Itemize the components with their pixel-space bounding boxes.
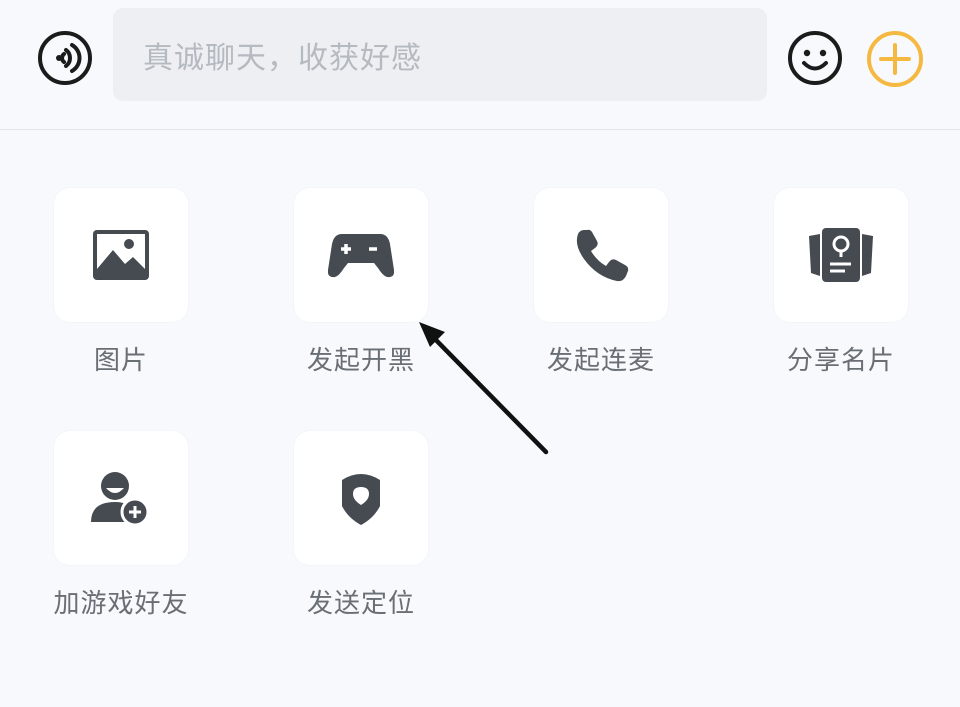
gaming-session-button[interactable] [294,188,428,322]
emoji-button[interactable] [787,30,843,86]
message-input[interactable]: 真诚聊天，收获好感 [113,8,767,101]
message-input-placeholder: 真诚聊天，收获好感 [143,40,422,76]
chat-input-bar: 真诚聊天，收获好感 [0,0,960,129]
more-actions-button[interactable] [866,30,924,88]
gaming-session-label: 发起开黑 [306,346,415,376]
image-icon [93,230,149,280]
location-shield-icon [342,474,380,525]
voice-input-button[interactable] [37,30,93,86]
gamepad-icon [328,234,394,278]
plus-circle-icon [867,31,923,87]
phone-icon [576,229,629,282]
share-card-label: 分享名片 [786,346,895,376]
id-card-icon [809,228,873,282]
send-location-button[interactable] [294,431,428,565]
voice-wave-icon [38,31,92,85]
image-action-label: 图片 [93,346,148,376]
share-card-button[interactable] [774,188,908,322]
add-friend-icon [91,472,150,526]
smiley-icon [788,31,842,85]
image-action-button[interactable] [54,188,188,322]
add-game-friend-button[interactable] [54,431,188,565]
add-game-friend-label: 加游戏好友 [53,589,189,619]
voice-call-label: 发起连麦 [546,346,655,376]
send-location-label: 发送定位 [306,589,415,619]
voice-call-button[interactable] [534,188,668,322]
divider [0,129,960,130]
